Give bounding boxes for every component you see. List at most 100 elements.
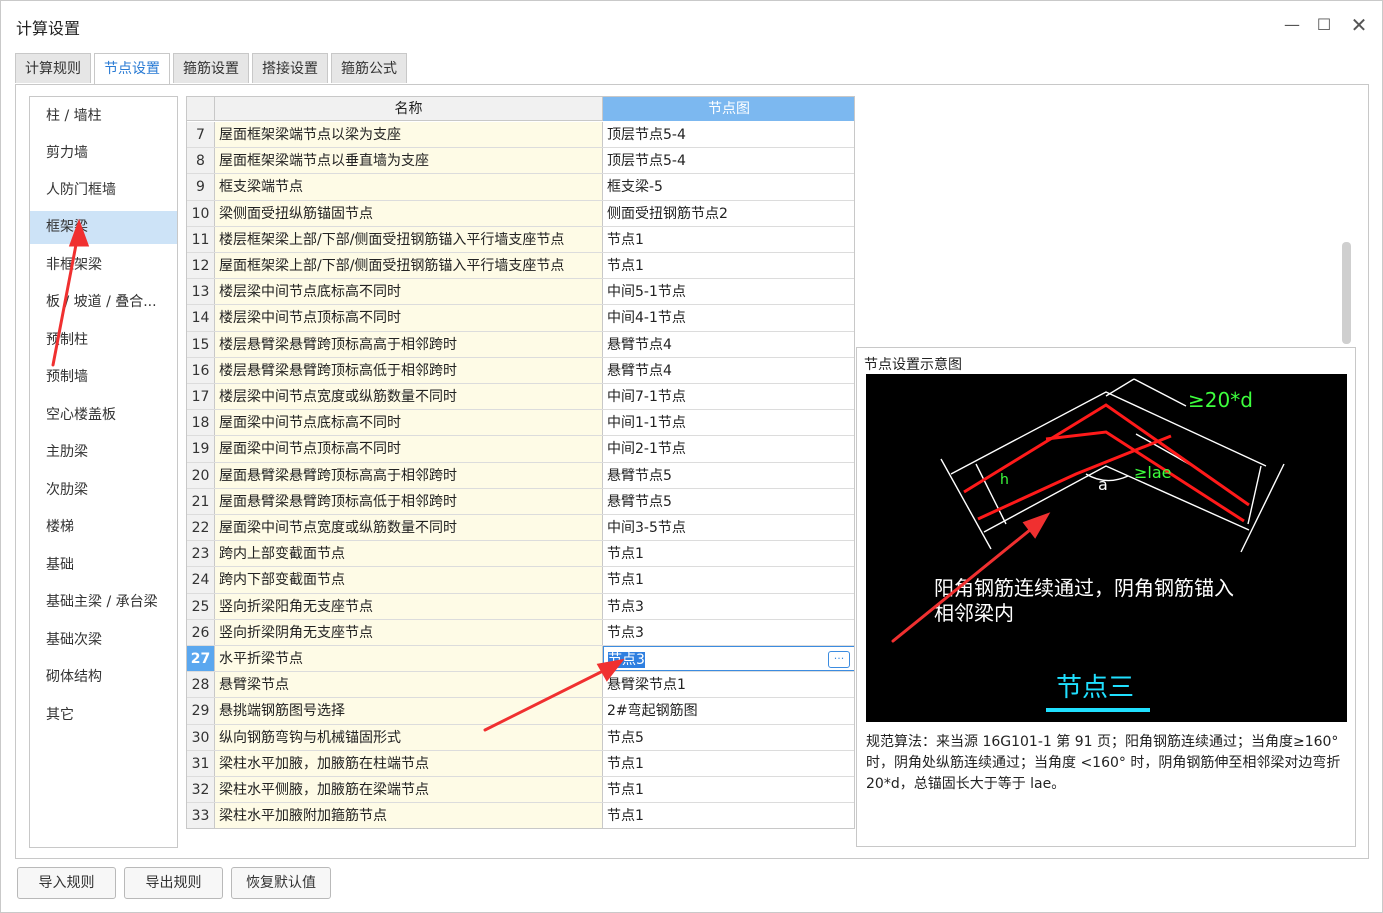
table-row[interactable]: 30 纵向钢筋弯钩与机械锚固形式 节点5 [187, 724, 854, 751]
table-row[interactable]: 14 楼层梁中间节点顶标高不同时 中间4-1节点 [187, 305, 854, 332]
sidebar-item[interactable]: 次肋梁 [30, 474, 177, 507]
minimize-icon[interactable]: — [1281, 14, 1303, 36]
sidebar-item[interactable]: 非框架梁 [30, 249, 177, 282]
tab-calc-rules[interactable]: 计算规则 [15, 53, 91, 83]
table-row[interactable]: 22 屋面梁中间节点宽度或纵筋数量不同时 中间3-5节点 [187, 515, 854, 542]
table-row[interactable]: 27 水平折梁节点 节点3 ··· [187, 646, 854, 673]
sidebar-item[interactable]: 预制墙 [30, 361, 177, 394]
row-node-value[interactable]: 节点5 [603, 725, 854, 750]
sidebar-item[interactable]: 基础次梁 [30, 624, 177, 657]
row-number: 20 [187, 462, 215, 488]
sidebar-item[interactable]: 剪力墙 [30, 137, 177, 170]
table-row[interactable]: 16 楼层悬臂梁悬臂跨顶标高低于相邻跨时 悬臂节点4 [187, 357, 854, 384]
sidebar-item[interactable]: 基础 [30, 549, 177, 582]
row-node-value[interactable]: 悬臂节点5 [603, 489, 854, 514]
row-node-value[interactable]: 节点3 [603, 620, 854, 645]
row-name: 水平折梁节点 [215, 646, 603, 672]
table-row[interactable]: 25 竖向折梁阳角无支座节点 节点3 [187, 593, 854, 620]
table-row[interactable]: 11 楼层框架梁上部/下部/侧面受扭钢筋锚入平行墙支座节点 节点1 [187, 226, 854, 253]
table-row[interactable]: 17 楼层梁中间节点宽度或纵筋数量不同时 中间7-1节点 [187, 384, 854, 411]
row-number: 12 [187, 253, 215, 279]
row-node-value[interactable]: 侧面受扭钢筋节点2 [603, 201, 854, 226]
row-node-value[interactable]: 中间3-5节点 [603, 515, 854, 540]
export-rules-button[interactable]: 导出规则 [124, 867, 223, 899]
restore-defaults-button[interactable]: 恢复默认值 [231, 867, 331, 899]
row-name: 竖向折梁阴角无支座节点 [215, 619, 603, 645]
row-number: 15 [187, 331, 215, 357]
table-row[interactable]: 28 悬臂梁节点 悬臂梁节点1 [187, 672, 854, 699]
row-node-value[interactable]: 节点1 [603, 253, 854, 278]
node-title: 节点三 [1056, 673, 1134, 703]
vertical-scrollbar[interactable] [1342, 242, 1351, 344]
row-node-value[interactable]: 中间1-1节点 [603, 410, 854, 435]
maximize-icon[interactable]: ☐ [1313, 14, 1335, 36]
row-node-value[interactable]: 节点3 [603, 594, 854, 619]
row-node-value[interactable]: 悬臂梁节点1 [603, 672, 854, 697]
ellipsis-button[interactable]: ··· [828, 651, 850, 668]
sidebar-item[interactable]: 主肋梁 [30, 436, 177, 469]
sidebar-item[interactable]: 基础主梁 / 承台梁 [30, 586, 177, 619]
table-row[interactable]: 8 屋面框架梁端节点以垂直墙为支座 顶层节点5-4 [187, 148, 854, 175]
sidebar-item[interactable]: 楼梯 [30, 511, 177, 544]
table-row[interactable]: 15 楼层悬臂梁悬臂跨顶标高高于相邻跨时 悬臂节点4 [187, 331, 854, 358]
table-row[interactable]: 20 屋面悬臂梁悬臂跨顶标高高于相邻跨时 悬臂节点5 [187, 462, 854, 489]
row-node-value[interactable]: 悬臂节点4 [603, 332, 854, 357]
table-row[interactable]: 23 跨内上部变截面节点 节点1 [187, 541, 854, 568]
sidebar-item[interactable]: 柱 / 墙柱 [30, 100, 177, 133]
tab-stirrup-settings[interactable]: 箍筋设置 [173, 53, 249, 83]
row-node-value[interactable]: 节点1 [603, 227, 854, 252]
row-node-value[interactable]: 节点1 [603, 567, 854, 592]
header-name[interactable]: 名称 [215, 97, 603, 121]
tab-lap-settings[interactable]: 搭接设置 [252, 53, 328, 83]
table-row[interactable]: 31 梁柱水平加腋，加腋筋在柱端节点 节点1 [187, 750, 854, 777]
row-number: 24 [187, 567, 215, 593]
close-icon[interactable]: ✕ [1348, 14, 1370, 36]
tab-stirrup-formula[interactable]: 箍筋公式 [331, 53, 407, 83]
sidebar-item[interactable]: 预制柱 [30, 324, 177, 357]
table-row[interactable]: 26 竖向折梁阴角无支座节点 节点3 [187, 619, 854, 646]
import-rules-button[interactable]: 导入规则 [17, 867, 116, 899]
table-row[interactable]: 19 屋面梁中间节点顶标高不同时 中间2-1节点 [187, 436, 854, 463]
row-node-value[interactable]: 中间7-1节点 [603, 384, 854, 409]
row-node-value[interactable]: 节点1 [603, 751, 854, 776]
row-name: 屋面梁中间节点底标高不同时 [215, 410, 603, 436]
sidebar-item[interactable]: 空心楼盖板 [30, 399, 177, 432]
node-diagram-svg: ≥20*d ≥lae a h 阳角钢筋连续通过，阴角钢筋锚入 相邻梁内 节点三 [934, 378, 1285, 712]
row-node-value[interactable]: 悬臂节点4 [603, 358, 854, 383]
sidebar-item[interactable]: 框架梁 [30, 211, 177, 244]
row-node-value[interactable]: 节点1 [603, 803, 854, 828]
sidebar-item[interactable]: 其它 [30, 699, 177, 732]
row-node-value[interactable]: 2#弯起钢筋图 [603, 698, 854, 723]
dim-label: ≥20*d [1188, 388, 1253, 412]
row-node-value[interactable]: 中间2-1节点 [603, 436, 854, 461]
tab-node-settings[interactable]: 节点设置 [94, 53, 170, 84]
row-node-value[interactable]: 节点1 [603, 541, 854, 566]
table-row[interactable]: 33 梁柱水平加腋附加箍筋节点 节点1 [187, 803, 854, 828]
row-node-value[interactable]: 顶层节点5-4 [603, 148, 854, 173]
table-row[interactable]: 32 梁柱水平侧腋，加腋筋在梁端节点 节点1 [187, 777, 854, 804]
row-node-value[interactable]: 顶层节点5-4 [603, 122, 854, 147]
row-node-value[interactable]: 中间5-1节点 [603, 279, 854, 304]
table-row[interactable]: 12 屋面框架梁上部/下部/侧面受扭钢筋锚入平行墙支座节点 节点1 [187, 253, 854, 280]
table-row[interactable]: 9 框支梁端节点 框支梁-5 [187, 174, 854, 201]
selected-node-text[interactable]: 节点3 [608, 652, 645, 668]
table-row[interactable]: 24 跨内下部变截面节点 节点1 [187, 567, 854, 594]
row-node-value[interactable]: 中间4-1节点 [603, 305, 854, 330]
row-node-value[interactable]: 节点1 [603, 777, 854, 802]
table-row[interactable]: 10 梁侧面受扭纵筋锚固节点 侧面受扭钢筋节点2 [187, 200, 854, 227]
table-row[interactable]: 13 楼层梁中间节点底标高不同时 中间5-1节点 [187, 279, 854, 306]
table-row[interactable]: 18 屋面梁中间节点底标高不同时 中间1-1节点 [187, 410, 854, 437]
row-name: 楼层梁中间节点宽度或纵筋数量不同时 [215, 384, 603, 410]
table-row[interactable]: 21 屋面悬臂梁悬臂跨顶标高低于相邻跨时 悬臂节点5 [187, 488, 854, 515]
table-row[interactable]: 29 悬挑端钢筋图号选择 2#弯起钢筋图 [187, 698, 854, 725]
row-name: 屋面框架梁端节点以垂直墙为支座 [215, 148, 603, 174]
header-node-diagram[interactable]: 节点图 [603, 97, 854, 121]
row-node-value[interactable]: 框支梁-5 [603, 174, 854, 199]
row-name: 竖向折梁阳角无支座节点 [215, 593, 603, 619]
row-node-value[interactable]: 悬臂节点5 [603, 463, 854, 488]
sidebar-item[interactable]: 人防门框墙 [30, 174, 177, 207]
sidebar-item[interactable]: 板 / 坡道 / 叠合... [30, 286, 177, 319]
table-row[interactable]: 7 屋面框架梁端节点以梁为支座 顶层节点5-4 [187, 122, 854, 149]
sidebar-item[interactable]: 砌体结构 [30, 661, 177, 694]
row-node-value[interactable]: 节点3 ··· [603, 646, 854, 672]
